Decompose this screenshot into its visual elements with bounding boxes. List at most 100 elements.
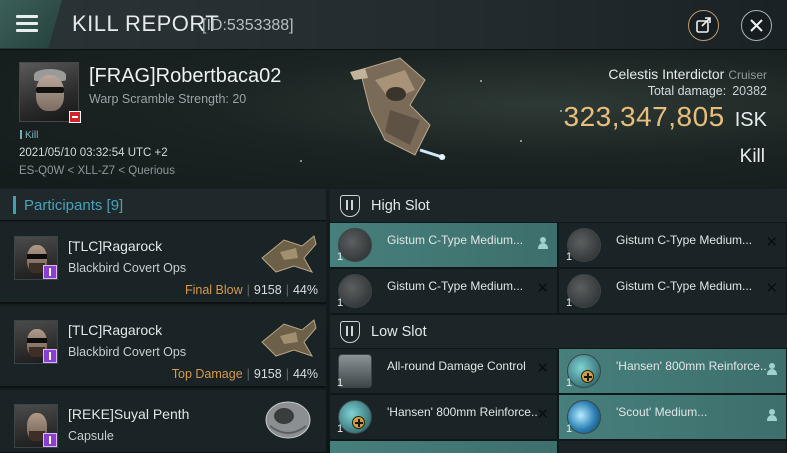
total-damage: Total damage: 20382 [648, 84, 767, 98]
total-damage-value: 20382 [732, 84, 767, 98]
participant-damage: 9158 [253, 283, 282, 297]
star-decoration [520, 140, 522, 142]
module-qty: 1 [566, 377, 573, 389]
portrait-glasses [36, 87, 64, 93]
hostile-status-icon [69, 111, 81, 123]
corp-info-icon [43, 265, 57, 279]
pilot-stats: Final Blow | 9158 | 44% [185, 283, 318, 297]
module-item-partial[interactable] [559, 441, 786, 453]
module-qty: 1 [566, 297, 573, 309]
module-qty: 1 [337, 297, 344, 309]
module-item[interactable]: 1 Gistum C-Type Medium... ✕ [330, 269, 557, 313]
isk-value-line: 323,347,805 ISK [564, 101, 767, 133]
participant-ship-icon [261, 319, 317, 357]
pilot-name: [TLC]Ragarock [68, 322, 163, 338]
total-damage-label: Total damage: [647, 84, 727, 98]
menu-icon [16, 15, 38, 18]
dropped-user-icon [767, 363, 777, 375]
participants-panel: Participants [9] [TLC]Ragarock Blackbird… [0, 189, 326, 453]
module-item[interactable]: 1 Gistum C-Type Medium... ✕ [559, 223, 786, 267]
kill-tag: Kill [20, 130, 38, 141]
low-slot-title: Low Slot [371, 324, 427, 340]
meta-plus-icon [581, 370, 594, 383]
pilot-ship: Blackbird Covert Ops [68, 261, 187, 275]
participant-percent: 44% [292, 367, 318, 381]
dropped-user-icon [767, 409, 777, 421]
module-qty: 1 [337, 377, 344, 389]
destroyed-x-icon: ✕ [536, 406, 549, 423]
ship-title[interactable]: Celestis Interdictor Cruiser [608, 66, 767, 82]
participant-tag: Final Blow [184, 283, 243, 297]
module-qty: 1 [566, 251, 573, 263]
participant-damage: 9158 [253, 367, 282, 381]
close-icon [750, 19, 763, 32]
meta-plus-icon [352, 416, 365, 429]
stats-separator: | [285, 283, 289, 297]
participant-percent: 44% [292, 283, 318, 297]
pilot-ship: Capsule [68, 429, 114, 443]
module-item-partial[interactable] [330, 441, 557, 453]
star-decoration [300, 160, 302, 162]
pilot-ship: Blackbird Covert Ops [68, 345, 187, 359]
module-qty: 1 [337, 251, 344, 263]
module-item[interactable]: 1 All-round Damage Control ✕ [330, 349, 557, 393]
stats-separator: | [285, 367, 289, 381]
destroyed-x-icon: ✕ [765, 234, 778, 251]
capsule-icon [265, 401, 311, 439]
module-name: Gistum C-Type Medium... [387, 233, 524, 247]
module-name: 'Hansen' 800mm Reinforce... [387, 405, 537, 419]
victim-subtitle: Warp Scramble Strength: 20 [89, 92, 247, 106]
menu-icon-bar [16, 22, 38, 25]
menu-button[interactable] [0, 0, 62, 48]
module-item[interactable]: 1 Gistum C-Type Medium... ✕ [559, 269, 786, 313]
close-button[interactable] [741, 10, 772, 41]
ship-class: Cruiser [728, 68, 767, 82]
module-name: Gistum C-Type Medium... [387, 279, 524, 293]
high-slot-title: High Slot [371, 198, 430, 214]
pilot-stats: Top Damage | 9158 | 44% [172, 367, 318, 381]
module-name: All-round Damage Control [387, 359, 526, 373]
participant-tag: Top Damage [171, 367, 243, 381]
module-name: Gistum C-Type Medium... [616, 233, 753, 247]
share-button[interactable] [688, 10, 719, 41]
kill-location: ES-Q0W < XLL-Z7 < Querious [19, 165, 175, 177]
module-item[interactable]: 1 'Scout' Medium... [559, 395, 786, 439]
corp-info-icon [43, 433, 57, 447]
kill-timestamp: 2021/05/10 03:32:54 UTC +2 [19, 147, 168, 159]
star-decoration [480, 80, 482, 82]
pilot-name: [TLC]Ragarock [68, 238, 163, 254]
module-qty: 1 [566, 423, 573, 435]
destroyed-x-icon: ✕ [765, 280, 778, 297]
isk-value: 323,347,805 [563, 101, 725, 132]
victim-summary: [FRAG]Robertbaca02 Warp Scramble Strengt… [0, 50, 787, 187]
stats-separator: | [246, 367, 250, 381]
low-slot-header: Low Slot [330, 315, 787, 348]
fitting-panel: High Slot 1 Gistum C-Type Medium... 1 Gi… [330, 189, 787, 453]
pilot-glasses [27, 254, 47, 259]
ship-render-image [350, 57, 446, 160]
victim-name[interactable]: [FRAG]Robertbaca02 [89, 65, 281, 88]
participants-header[interactable]: Participants [9] [0, 189, 326, 221]
high-slot-header: High Slot [330, 189, 787, 222]
module-name: Gistum C-Type Medium... [616, 279, 753, 293]
star-decoration [560, 110, 562, 112]
slot-shield-icon [340, 321, 360, 343]
kill-id: [ID:5353388] [202, 17, 294, 34]
header-bar: KILL REPORT [ID:5353388] [0, 0, 787, 50]
participants-title: Participants [9] [24, 197, 124, 214]
menu-icon-bar [16, 29, 38, 32]
participant-row[interactable]: [REKE]Suyal Penth Capsule [0, 390, 326, 453]
module-name: 'Scout' Medium... [616, 405, 708, 419]
participant-row[interactable]: [TLC]Ragarock Blackbird Covert Ops Final… [0, 222, 326, 304]
module-item[interactable]: 1 'Hansen' 800mm Reinforce... ✕ [330, 395, 557, 439]
module-name: 'Hansen' 800mm Reinforce... [616, 359, 766, 373]
module-item[interactable]: 1 'Hansen' 800mm Reinforce... [559, 349, 786, 393]
pilot-glasses [27, 338, 47, 343]
module-item[interactable]: 1 Gistum C-Type Medium... [330, 223, 557, 267]
stats-separator: | [246, 283, 250, 297]
kill-report-window: KILL REPORT [ID:5353388] [FRAG]Robertbac… [0, 0, 787, 453]
corp-info-icon [43, 349, 57, 363]
participant-row[interactable]: [TLC]Ragarock Blackbird Covert Ops Top D… [0, 306, 326, 388]
portrait-face [36, 75, 64, 111]
page-title: KILL REPORT [72, 11, 220, 36]
